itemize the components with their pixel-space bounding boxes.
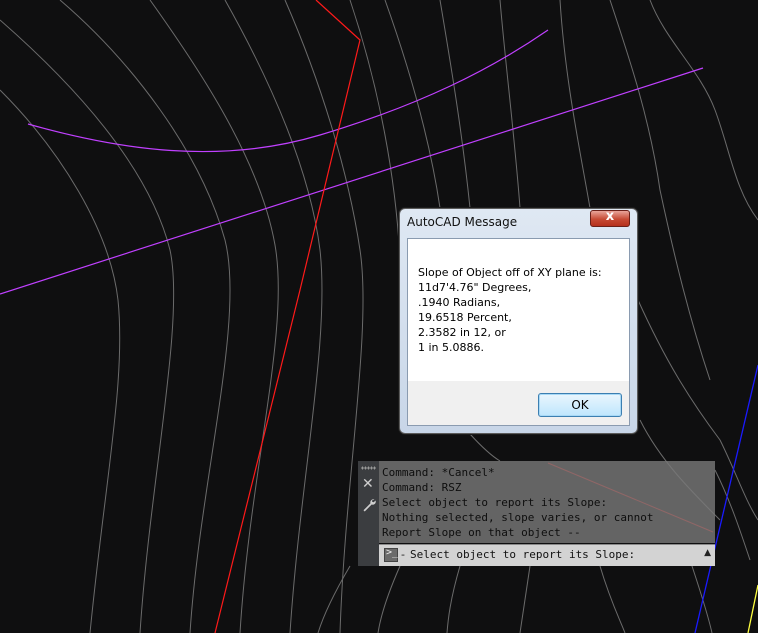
history-line: Report Slope on that object -- xyxy=(382,526,581,539)
drag-handle-icon[interactable] xyxy=(361,466,376,470)
contour-line xyxy=(59,0,231,633)
contour-line xyxy=(649,0,758,221)
red-line xyxy=(214,0,361,633)
contour-line xyxy=(599,565,626,633)
ok-button-label: OK xyxy=(571,398,589,412)
command-prompt-icon[interactable]: >_ xyxy=(384,547,399,562)
contour-line xyxy=(377,565,401,633)
autocad-message-dialog: AutoCAD Message x Slope of Object off of… xyxy=(399,208,638,434)
contour-line xyxy=(284,0,364,633)
magenta-arc xyxy=(27,29,549,153)
contour-line xyxy=(469,433,501,462)
close-icon[interactable]: ✕ xyxy=(362,476,374,492)
close-icon: x xyxy=(605,209,615,224)
contour-line xyxy=(689,559,713,633)
contour-line xyxy=(384,0,441,209)
contour-line xyxy=(439,0,471,209)
contour-line xyxy=(0,89,121,633)
message-line: 19.6518 Percent, xyxy=(418,311,512,324)
yellow-line xyxy=(747,584,758,633)
history-line: Nothing selected, slope varies, or canno… xyxy=(382,511,654,524)
contour-line xyxy=(349,0,401,261)
contour-line xyxy=(446,565,461,633)
command-history: Command: *Cancel* Command: RSZ Select ob… xyxy=(379,461,715,543)
message-line: 1 in 5.0886. xyxy=(418,341,485,354)
contour-line xyxy=(317,565,351,633)
history-line: Command: RSZ xyxy=(382,481,462,494)
palette-grip[interactable]: ✕ xyxy=(358,461,379,566)
recent-commands-arrow-icon[interactable]: ▲ xyxy=(704,548,711,558)
command-line-palette: ✕ Command: *Cancel* Command: RSZ Select … xyxy=(358,461,715,566)
message-line: Slope of Object off of XY plane is: xyxy=(418,266,602,279)
message-line: .1940 Radians, xyxy=(418,296,501,309)
message-line: 11d7'4.76" Degrees, xyxy=(418,281,532,294)
contour-line xyxy=(224,0,323,633)
contour-line xyxy=(499,0,521,209)
command-input[interactable]: >_ - Select object to report its Slope: … xyxy=(379,544,715,566)
ok-button[interactable]: OK xyxy=(538,393,622,417)
message-line: 2.3582 in 12, or xyxy=(418,326,506,339)
contour-line xyxy=(0,19,175,633)
contour-line xyxy=(714,469,751,561)
dialog-close-button[interactable]: x xyxy=(590,209,630,227)
command-prompt-text: Select object to report its Slope: xyxy=(410,548,636,561)
dialog-body: Slope of Object off of XY plane is: 11d7… xyxy=(407,238,630,426)
contour-line xyxy=(559,0,591,209)
history-line: Select object to report its Slope: xyxy=(382,496,608,509)
dialog-titlebar[interactable]: AutoCAD Message x xyxy=(400,209,637,235)
contour-line xyxy=(519,565,531,633)
prompt-glyph: >_ xyxy=(386,547,399,558)
message-area: Slope of Object off of XY plane is: 11d7… xyxy=(408,239,629,381)
wrench-icon[interactable] xyxy=(361,497,377,513)
dialog-title: AutoCAD Message xyxy=(407,215,518,229)
history-line: Command: *Cancel* xyxy=(382,466,495,479)
contour-line xyxy=(149,0,279,633)
prompt-dash: - xyxy=(401,548,405,561)
